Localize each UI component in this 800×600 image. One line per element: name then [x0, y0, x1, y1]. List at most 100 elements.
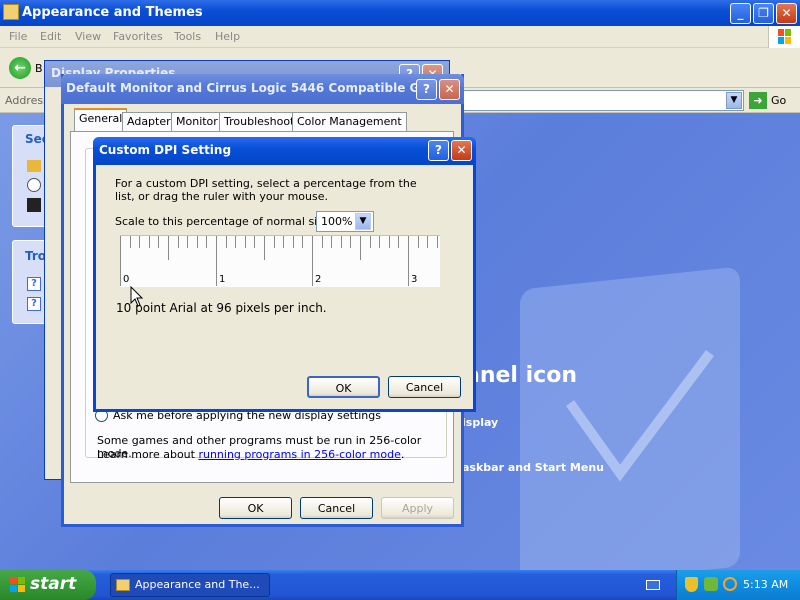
- ruler-tick: [388, 236, 390, 248]
- display-link[interactable]: isplay: [462, 416, 498, 429]
- close-button[interactable]: ✕: [776, 3, 797, 24]
- network-icon[interactable]: [704, 577, 718, 591]
- ruler-tick: [244, 236, 246, 248]
- ruler-tick: [196, 236, 198, 248]
- dpi-ruler[interactable]: 0 1 2 3: [120, 235, 440, 287]
- tab-color-management[interactable]: Color Management: [292, 112, 407, 131]
- taskbar: start Appearance and The... 5:13 AM: [0, 570, 800, 600]
- menu-tools[interactable]: Tools: [174, 30, 201, 43]
- back-button-label[interactable]: B: [35, 62, 43, 75]
- ruler-tick: [369, 236, 371, 248]
- minimize-button[interactable]: _: [730, 3, 751, 24]
- windows-logo-icon: [768, 26, 800, 48]
- explorer-title-bar[interactable]: Appearance and Themes: [0, 0, 800, 26]
- control-panel-icon-heading: anel icon: [465, 363, 577, 388]
- windows-flag-icon: [9, 576, 26, 593]
- ruler-tick: [148, 236, 150, 248]
- tab-troubleshoot[interactable]: Troubleshoot: [219, 112, 300, 131]
- ruler-label: 0: [123, 274, 130, 285]
- fonts-icon[interactable]: [27, 160, 41, 172]
- start-label: start: [30, 574, 77, 594]
- scale-select-value: 100%: [321, 215, 353, 228]
- folder-icon: [3, 4, 19, 20]
- custom-dpi-dialog: Custom DPI Setting ? ✕ For a custom DPI …: [93, 137, 476, 412]
- help-icon[interactable]: ?: [27, 277, 41, 291]
- cancel-button[interactable]: Cancel: [300, 497, 373, 519]
- help-icon[interactable]: ?: [27, 297, 41, 311]
- menu-view[interactable]: View: [75, 30, 101, 43]
- security-shield-icon[interactable]: [685, 577, 698, 592]
- ruler-tick: [139, 236, 141, 248]
- tab-adapter[interactable]: Adapter: [122, 112, 176, 131]
- ruler-tick: [216, 236, 217, 286]
- scale-select[interactable]: 100% ▼: [316, 211, 374, 232]
- ruler-tick: [292, 236, 294, 248]
- cancel-button[interactable]: Cancel: [388, 376, 461, 398]
- ruler-tick: [158, 236, 160, 248]
- ruler-tick: [436, 236, 438, 248]
- ruler-tick: [312, 236, 313, 286]
- help-button[interactable]: ?: [428, 140, 449, 161]
- running-programs-link[interactable]: running programs in 256-color mode: [198, 448, 400, 461]
- chevron-down-icon[interactable]: ▼: [726, 92, 742, 109]
- mouse-pointer-icon[interactable]: [27, 178, 41, 192]
- ruler-tick: [408, 236, 409, 286]
- ruler-tick: [254, 236, 256, 248]
- system-tray: 5:13 AM: [676, 570, 800, 600]
- ruler-tick: [206, 236, 208, 248]
- close-button[interactable]: ✕: [451, 140, 472, 161]
- ruler-tick: [350, 236, 352, 248]
- troubleshooters-title: Tro: [25, 249, 47, 263]
- ruler-tick: [129, 236, 131, 248]
- ruler-tick: [302, 236, 304, 248]
- address-input[interactable]: [462, 90, 744, 111]
- keyboard-icon[interactable]: [646, 580, 660, 590]
- back-arrow-icon[interactable]: ←: [9, 57, 31, 79]
- folder-icon: [116, 579, 130, 591]
- ruler-tick: [168, 236, 169, 260]
- ruler-tick: [177, 236, 179, 248]
- ruler-tick: [417, 236, 419, 248]
- search-icon[interactable]: [723, 577, 737, 591]
- go-button-label[interactable]: Go: [771, 94, 786, 107]
- taskbar-item-label: Appearance and The...: [135, 578, 260, 591]
- accessibility-icon[interactable]: [27, 198, 41, 212]
- scale-label: Scale to this percentage of normal size:: [115, 215, 334, 228]
- close-button[interactable]: ✕: [439, 79, 460, 100]
- ruler-tick: [360, 236, 361, 260]
- ok-button[interactable]: OK: [307, 376, 380, 398]
- ruler-tick: [235, 236, 237, 248]
- sample-text: 10 point Arial at 96 pixels per inch.: [116, 301, 327, 315]
- taskbar-link[interactable]: askbar and Start Menu: [462, 461, 604, 474]
- menu-bar: File Edit View Favorites Tools Help: [0, 26, 800, 48]
- ruler-tick: [273, 236, 275, 248]
- menu-favorites[interactable]: Favorites: [113, 30, 163, 43]
- monitor-dialog-title: Default Monitor and Cirrus Logic 5446 Co…: [66, 81, 438, 95]
- ruler-tick: [340, 236, 342, 248]
- go-arrow-icon[interactable]: ➜: [749, 92, 767, 109]
- tab-monitor[interactable]: Monitor: [171, 112, 223, 131]
- menu-edit[interactable]: Edit: [40, 30, 61, 43]
- mouse-cursor-icon: [130, 286, 144, 307]
- dpi-instructions: For a custom DPI setting, select a perce…: [115, 177, 417, 203]
- monitor-dialog-title-bar[interactable]: Default Monitor and Cirrus Logic 5446 Co…: [61, 74, 464, 104]
- chevron-down-icon[interactable]: ▼: [355, 213, 371, 230]
- start-button[interactable]: start: [0, 570, 96, 600]
- ruler-tick: [331, 236, 333, 248]
- ruler-label: 1: [219, 274, 226, 285]
- apply-button[interactable]: Apply: [381, 497, 454, 519]
- clock: 5:13 AM: [743, 578, 789, 591]
- checkmark-icon: [565, 350, 714, 482]
- tab-general[interactable]: General: [74, 108, 128, 132]
- ruler-label: 2: [315, 274, 322, 285]
- ok-button[interactable]: OK: [219, 497, 292, 519]
- learn-more-suffix: .: [400, 448, 405, 461]
- maximize-button[interactable]: ❐: [753, 3, 774, 24]
- ruler-label: 3: [411, 274, 418, 285]
- menu-file[interactable]: File: [9, 30, 27, 43]
- learn-more-text: Learn more about running programs in 256…: [97, 448, 404, 461]
- help-button[interactable]: ?: [416, 79, 437, 100]
- taskbar-item-appearance[interactable]: Appearance and The...: [110, 573, 270, 597]
- dpi-dialog-title-bar[interactable]: Custom DPI Setting: [93, 137, 476, 165]
- menu-help[interactable]: Help: [215, 30, 240, 43]
